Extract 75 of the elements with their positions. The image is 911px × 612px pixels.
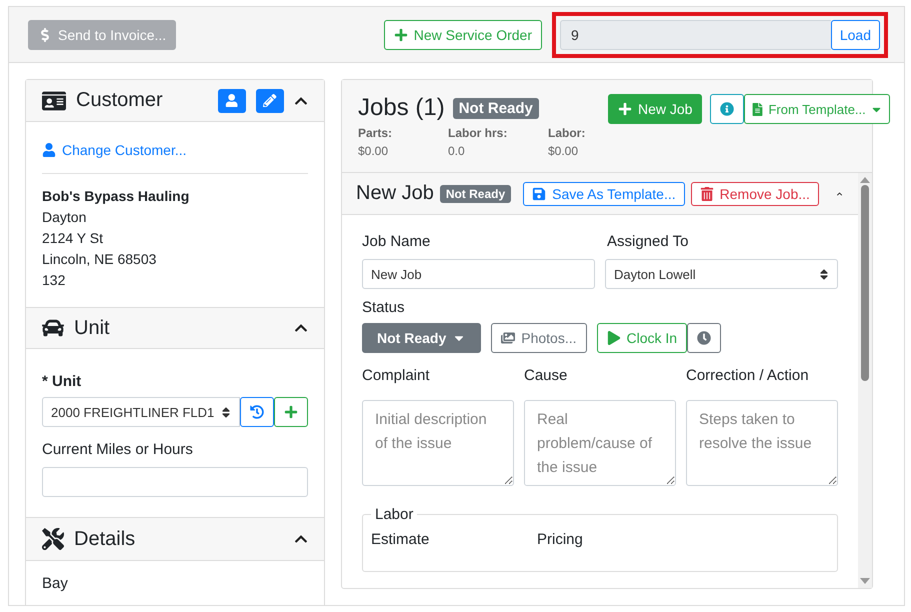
total-value: 0.0 [448,144,466,158]
plus-icon [284,405,298,419]
customer-name: Bob's Bypass Hauling [42,187,190,206]
dollar-icon [38,28,52,42]
plus-icon [394,28,408,42]
person-button[interactable] [218,88,246,112]
scrollbar[interactable] [858,173,872,588]
info-icon [720,102,734,116]
clock-in-button[interactable]: Clock In [596,323,688,353]
trash-icon [700,186,714,200]
field-label: * Unit [42,373,82,391]
history-button[interactable] [240,397,274,427]
job-name-field[interactable]: New Job [362,259,595,289]
car-icon [42,317,64,339]
history-icon [250,405,264,419]
field-label: Cause [524,367,568,385]
change-customer-link[interactable]: Change Customer... [42,142,187,158]
add-unit-button[interactable] [274,397,308,427]
total-label: Labor: [548,126,586,140]
field-label: Complaint [362,367,431,385]
edit-button[interactable] [256,88,284,112]
remove-job-button[interactable]: Remove Job... [690,182,819,206]
tools-icon [42,528,64,550]
play-icon [606,331,620,345]
customer-address-line: Dayton [42,208,88,227]
clock-button[interactable] [687,323,722,353]
field-label: Pricing [537,531,584,549]
info-button[interactable] [710,94,744,124]
notes-field[interactable]: Real problem/cause of the issue [524,400,676,486]
notes-field[interactable]: Steps taken to resolve the issue [686,400,838,486]
status-dropdown-button[interactable]: Not Ready [362,323,482,353]
assigned-to-select[interactable]: Dayton Lowell [605,259,838,289]
section-title: Customer [76,89,164,112]
order-number-field[interactable]: 9 [560,20,831,50]
new-service-order-button[interactable]: New Service Order [384,20,542,50]
total-value: $0.00 [548,144,580,158]
status-badge: Not Ready [440,184,512,202]
field-label: Status [362,299,406,317]
miles-field[interactable] [42,467,308,497]
customer-address-line: Lincoln, NE 68503 [42,250,158,269]
sort-icon [221,406,231,418]
field-label: Job Name [362,233,432,251]
total-label: Parts: [358,126,394,140]
section-title: Details [74,528,136,550]
id-card-icon [42,88,66,112]
customer-address-line: 2124 Y St [42,229,104,248]
save-as-template-button[interactable]: Save As Template... [523,182,685,206]
customer-address-line: 132 [42,271,66,290]
new-job-button[interactable]: New Job [608,94,702,124]
field-label: Assigned To [607,233,690,251]
clock-icon [697,331,712,345]
plus-icon [618,102,632,116]
notes-field[interactable]: Initial description of the issue [362,400,514,486]
field-label: Estimate [371,531,430,549]
panel-title: Labor [374,506,414,523]
unit-select[interactable]: 2000 FREIGHTLINER FLD1 [42,397,240,427]
person-icon [225,94,239,108]
status-badge: Not Ready [452,98,539,118]
section-title: Unit [74,316,111,340]
images-icon [501,331,516,345]
document-icon [751,102,764,116]
person-icon [42,143,56,157]
total-label: Labor hrs: [448,126,508,140]
field-label: Correction / Action [686,367,810,385]
sort-icon [819,268,829,280]
load-button[interactable]: Load [830,20,880,50]
save-icon [532,186,546,200]
total-value: $0.00 [358,144,390,158]
field-label: Current Miles or Hours [42,441,194,459]
photos-button[interactable]: Photos... [491,323,586,353]
field-label: Bay [42,575,69,593]
from-template-button[interactable]: From Template... [744,94,890,124]
job-title: New Job [356,182,434,205]
jobs-title: Jobs (1) [358,94,445,122]
pencil-icon [263,94,277,108]
